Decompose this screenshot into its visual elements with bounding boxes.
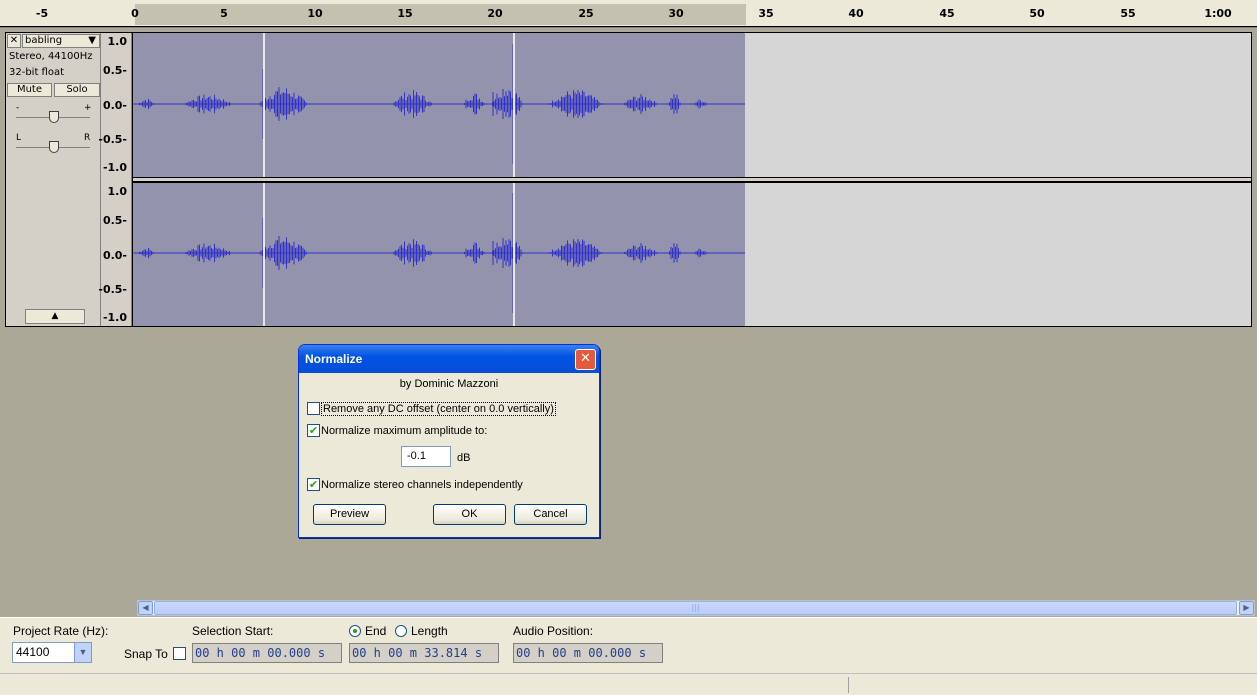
amplitude-tick-label: -0.5- xyxy=(98,283,127,296)
clip-boundary-2 xyxy=(513,183,515,326)
amplitude-tick-label: -1.0 xyxy=(102,311,127,324)
amplitude-tick-label: -0.5- xyxy=(98,133,127,146)
ruler-tick-label: 30 xyxy=(668,7,684,20)
ruler-tick-label: 25 xyxy=(578,7,594,20)
snap-to-label: Snap To xyxy=(124,647,168,661)
dialog-title: Normalize xyxy=(305,352,363,366)
amplitude-unit: dB xyxy=(457,452,471,464)
track-format: Stereo, 44100Hz xyxy=(9,51,93,62)
preview-button[interactable]: Preview xyxy=(313,504,386,525)
end-radio[interactable] xyxy=(349,625,361,637)
ruler-tick-label: 20 xyxy=(487,7,503,20)
ruler-tick-label: -5 xyxy=(35,7,49,20)
ruler-tick-label: 45 xyxy=(939,7,955,20)
amplitude-input[interactable]: -0.1 xyxy=(401,446,451,467)
ruler-tick-label: 1:00 xyxy=(1204,7,1232,20)
normalize-amplitude-checkbox[interactable]: ✔ xyxy=(307,424,320,437)
scroll-left-button[interactable]: ◀ xyxy=(138,601,153,615)
ruler-tick-label: 55 xyxy=(1120,7,1136,20)
audio-position-value: 00 h 00 m 00.000 s xyxy=(516,646,647,660)
amplitude-tick-label: 0.5- xyxy=(102,214,127,227)
selection-start-value: 00 h 00 m 00.000 s xyxy=(195,646,326,660)
amplitude-tick-label: 1.0 xyxy=(107,185,128,198)
selection-end-value: 00 h 00 m 33.814 s xyxy=(352,646,483,660)
amplitude-tick-label: 0.0- xyxy=(102,99,127,112)
dialog-titlebar[interactable]: Normalize ✕ xyxy=(299,345,599,373)
dialog-body: by Dominic Mazzoni Remove any DC offset … xyxy=(302,373,596,535)
normalize-dialog: Normalize ✕ by Dominic Mazzoni Remove an… xyxy=(298,344,600,538)
track-close-button[interactable]: ✕ xyxy=(7,34,21,48)
project-rate-select[interactable]: 44100 ▼ xyxy=(12,642,92,663)
scroll-right-button[interactable]: ▶ xyxy=(1239,601,1254,615)
timeline-ruler[interactable]: -5 0 5 10 15 20 25 30 35 40 45 50 55 1:00 xyxy=(0,0,1257,28)
stereo-independent-label[interactable]: Normalize stereo channels independently xyxy=(321,479,523,491)
chevron-down-icon: ▼ xyxy=(88,35,96,46)
end-radio-label[interactable]: End xyxy=(365,624,386,638)
normalize-amplitude-label[interactable]: Normalize maximum amplitude to: xyxy=(321,425,487,437)
dialog-author: by Dominic Mazzoni xyxy=(399,378,499,390)
ruler-tick-label: 15 xyxy=(397,7,413,20)
audio-position-time[interactable]: 00 h 00 m 00.000 s xyxy=(513,643,663,663)
ruler-tick-label: 50 xyxy=(1029,7,1045,20)
snap-to-checkbox[interactable] xyxy=(173,647,186,660)
audio-position-label: Audio Position: xyxy=(513,624,594,638)
clip-boundary-1 xyxy=(263,183,265,326)
waveform-left xyxy=(133,44,745,164)
gain-plus-label: + xyxy=(84,103,92,113)
mute-button[interactable]: Mute xyxy=(7,83,52,97)
ruler-tick-label: 35 xyxy=(758,7,774,20)
length-radio-label[interactable]: Length xyxy=(411,624,448,638)
waveform-right xyxy=(133,193,745,313)
track-name-menu[interactable]: babling ▼ xyxy=(22,34,100,48)
ruler-tick-label: 0 xyxy=(131,7,139,20)
close-icon[interactable]: ✕ xyxy=(575,349,596,370)
selection-start-label: Selection Start: xyxy=(192,624,274,638)
radio-selected-dot xyxy=(353,629,357,633)
horizontal-scrollbar[interactable]: ◀ ||| ▶ xyxy=(137,600,1255,616)
pan-slider[interactable] xyxy=(49,141,59,153)
channel-divider xyxy=(133,177,1251,182)
project-rate-label: Project Rate (Hz): xyxy=(13,624,109,638)
track-control-panel: ✕ babling ▼ Stereo, 44100Hz 32-bit float… xyxy=(6,33,101,326)
chevron-down-icon[interactable]: ▼ xyxy=(74,643,91,662)
project-rate-value: 44100 xyxy=(16,645,50,659)
waveform-right-channel[interactable] xyxy=(133,183,1251,326)
amplitude-tick-label: 0.0- xyxy=(102,249,127,262)
amplitude-ruler: 1.0 0.5- 0.0- -0.5- -1.0 1.0 0.5- 0.0- -0.5- -1.0 xyxy=(98,33,132,326)
clip-boundary-2 xyxy=(513,33,515,177)
selection-start-time[interactable]: 00 h 00 m 00.000 s xyxy=(192,643,342,663)
dc-offset-label[interactable]: Remove any DC offset (center on 0.0 vert… xyxy=(321,402,556,416)
selection-end-time[interactable]: 00 h 00 m 33.814 s xyxy=(349,643,499,663)
amplitude-tick-label: 1.0 xyxy=(107,35,128,48)
stereo-independent-checkbox[interactable]: ✔ xyxy=(307,478,320,491)
ruler-tick-label: 5 xyxy=(220,7,228,20)
amplitude-tick-label: 0.5- xyxy=(102,64,127,77)
selection-toolbar: Project Rate (Hz): 44100 ▼ Snap To Selec… xyxy=(0,617,1257,673)
track-name: babling xyxy=(25,35,63,46)
ruler-tick-label: 40 xyxy=(848,7,864,20)
pan-left-label: L xyxy=(16,133,22,143)
gain-minus-label: - xyxy=(16,103,20,113)
triangle-up-icon: ▲ xyxy=(51,311,59,321)
gain-slider[interactable] xyxy=(49,111,59,123)
ruler-tick-label: 10 xyxy=(307,7,323,20)
dc-offset-checkbox[interactable] xyxy=(307,402,320,415)
solo-button[interactable]: Solo xyxy=(54,83,100,97)
length-radio[interactable] xyxy=(395,625,407,637)
ok-button[interactable]: OK xyxy=(433,504,506,525)
status-bar xyxy=(0,673,1257,695)
cancel-button[interactable]: Cancel xyxy=(514,504,587,525)
pan-right-label: R xyxy=(84,133,91,143)
track-bit-depth: 32-bit float xyxy=(9,67,65,78)
ruler-baseline xyxy=(0,26,1257,27)
clip-boundary-1 xyxy=(263,33,265,177)
status-separator xyxy=(848,677,849,693)
waveform-left-channel[interactable] xyxy=(133,33,1251,177)
scrollbar-thumb[interactable]: ||| xyxy=(154,601,1237,615)
collapse-track-button[interactable]: ▲ xyxy=(25,309,85,324)
amplitude-tick-label: -1.0 xyxy=(102,161,127,174)
